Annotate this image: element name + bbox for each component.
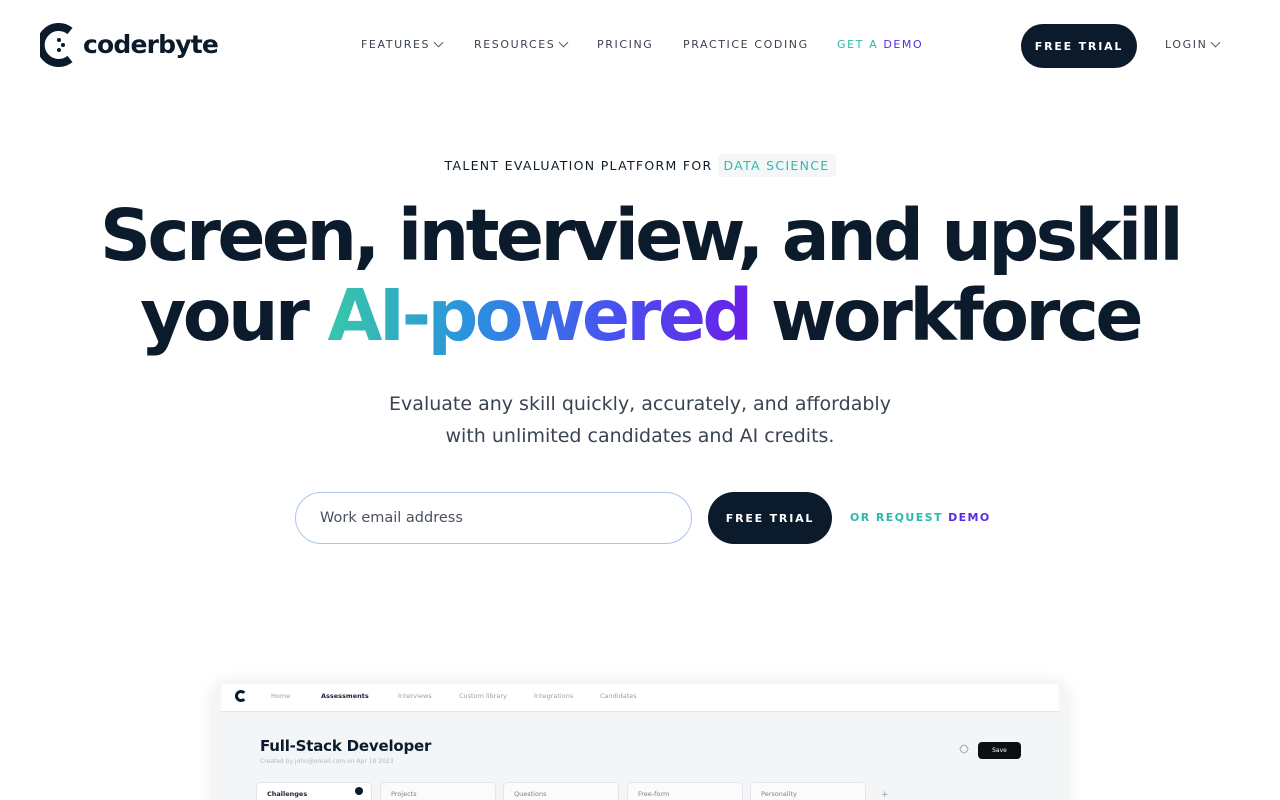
nav-get-a-demo-label-end: DEMO [883,38,924,51]
preview-tab-projects: Projects [380,782,496,800]
work-email-input[interactable]: Work email address [295,492,692,544]
preview-tab-personality: Personality [750,782,866,800]
nav-pricing[interactable]: PRICING [597,38,653,51]
preview-add-tab-icon: + [881,790,889,800]
nav-resources-label: RESOURCES [474,38,556,51]
preview-nav-bar: Home Assessments Interviews Custom libra… [221,684,1059,712]
headline-highlight: AI-powered [327,274,753,357]
hero-subtitle-line1: Evaluate any skill quickly, accurately, … [389,393,891,415]
nav-resources[interactable]: RESOURCES [474,37,569,51]
site-header: coderbyte FEATURES RESOURCES PRICING PRA… [0,0,1280,90]
preview-tab-challenges: Challenges [256,782,372,800]
hero-eyebrow: TALENT EVALUATION PLATFORM FOR DATA SCIE… [0,154,1280,177]
preview-nav-interviews: Interviews [398,692,432,700]
nav-get-a-demo[interactable]: GET A DEMO [837,38,923,51]
preview-link-icon [958,743,970,755]
app-preview-screenshot: Home Assessments Interviews Custom libra… [213,684,1067,800]
preview-logo-icon [235,690,247,702]
preview-tab-free-form: Free-form [627,782,743,800]
preview-tab-label: Projects [391,790,417,798]
preview-nav-custom-library: Custom library [459,692,507,700]
preview-title: Full-Stack Developer [260,737,432,755]
nav-practice-coding[interactable]: PRACTICE CODING [683,38,809,51]
preview-tab-label: Challenges [267,790,308,798]
nav-pricing-label: PRICING [597,38,654,51]
request-demo-label-end: DEMO [948,511,991,524]
hero-free-trial-button[interactable]: FREE TRIAL [708,492,832,544]
login-menu[interactable]: LOGIN [1165,37,1221,51]
header-free-trial-button[interactable]: FREE TRIAL [1021,24,1137,68]
nav-practice-coding-label: PRACTICE CODING [683,38,809,51]
preview-tab-label: Free-form [638,790,670,798]
preview-nav-candidates: Candidates [600,692,637,700]
headline-line2-end: workforce [749,274,1144,357]
eyebrow-text: TALENT EVALUATION PLATFORM FOR [444,158,713,173]
nav-get-a-demo-label-start: GET A [837,38,884,51]
preview-nav-home: Home [271,692,291,700]
logo-wordmark: coderbyte [83,30,219,59]
coderbyte-logo-icon [40,23,73,67]
preview-nav-integrations: Integrations [534,692,574,700]
preview-meta: Created by john@email.com on Apr 18 2023 [260,758,394,765]
preview-nav-assessments: Assessments [321,692,369,700]
chevron-down-icon [433,37,444,48]
preview-count-badge [355,787,363,795]
preview-tab-label: Personality [761,790,797,798]
nav-features[interactable]: FEATURES [361,37,444,51]
hero-headline-line2: your AI-powered workforce [0,276,1280,356]
headline-line2-start: your [140,274,328,357]
coderbyte-logo[interactable]: coderbyte [40,23,219,67]
preview-tab-questions: Questions [503,782,619,800]
chevron-down-icon [1210,37,1221,48]
preview-save-button: Save [978,742,1021,759]
request-demo-link[interactable]: OR REQUEST DEMO [850,511,991,524]
login-label: LOGIN [1165,38,1208,51]
preview-tab-label: Questions [514,790,547,798]
nav-features-label: FEATURES [361,38,431,51]
hero-headline-line1: Screen, interview, and upskill [99,194,1184,277]
eyebrow-highlight: DATA SCIENCE [717,154,836,177]
chevron-down-icon [558,37,569,48]
request-demo-label-start: OR REQUEST [850,511,949,524]
hero-subtitle-line2: with unlimited candidates and AI credits… [445,425,835,447]
